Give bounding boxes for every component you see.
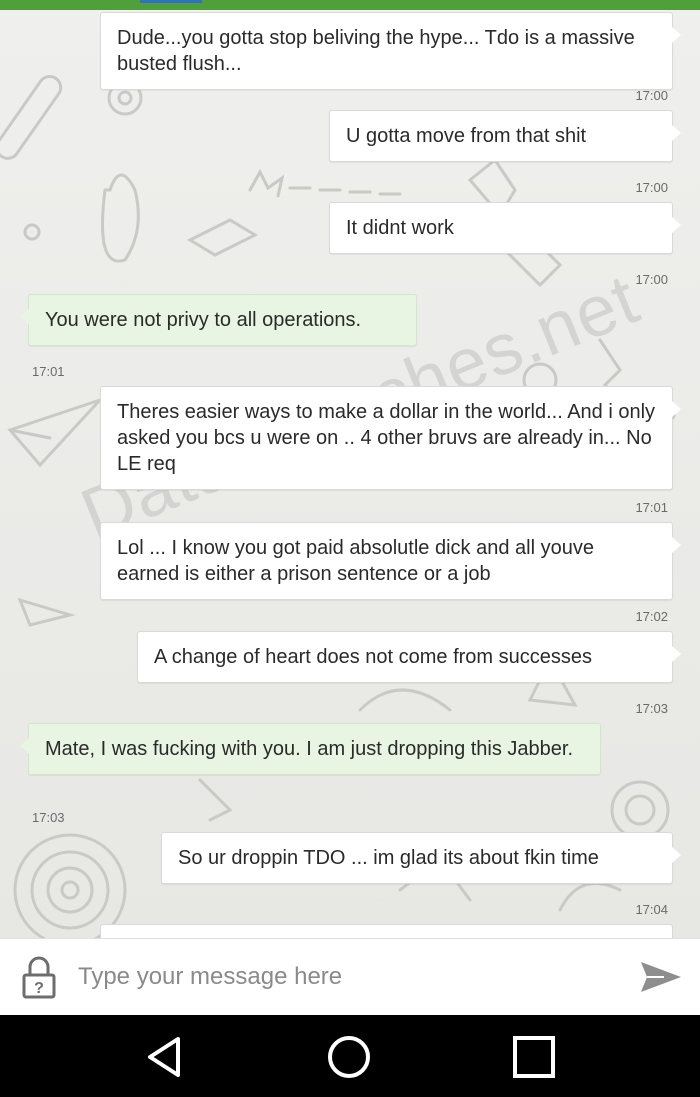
message-input[interactable] — [78, 957, 618, 997]
message-text: So ur droppin TDO ... im glad its about … — [178, 847, 599, 869]
message-bubble-incoming[interactable]: You were not privy to all operations. — [20, 294, 417, 346]
message-timestamp: 17:03 — [32, 810, 65, 825]
message-text: Lol ... I know you got paid absolutle di… — [117, 537, 594, 585]
nav-recents-icon[interactable] — [510, 1033, 558, 1081]
message-bubble-outgoing[interactable]: Theres easier ways to make a dollar in t… — [100, 386, 681, 490]
message-bubble-outgoing[interactable]: U gotta move from that shit — [329, 110, 681, 162]
nav-back-icon[interactable] — [140, 1033, 188, 1081]
message-timestamp: 17:01 — [635, 500, 668, 515]
status-bar — [0, 0, 700, 10]
message-timestamp: 17:01 — [32, 364, 65, 379]
send-icon[interactable] — [638, 959, 684, 995]
chat-history[interactable]: DataBreaches.net Dude...you gotta stop b… — [0, 10, 700, 938]
message-timestamp: 17:02 — [635, 609, 668, 624]
message-bubble-outgoing[interactable]: A change of heart does not come from suc… — [137, 631, 681, 683]
message-bubble-outgoing[interactable]: It didnt work — [329, 202, 681, 254]
message-timestamp: 17:00 — [635, 272, 668, 287]
message-bubble-outgoing[interactable] — [100, 924, 673, 938]
message-composer: ? — [0, 938, 700, 1015]
message-bubble-outgoing[interactable]: So ur droppin TDO ... im glad its about … — [161, 832, 681, 884]
message-timestamp: 17:03 — [635, 701, 668, 716]
message-text: Dude...you gotta stop beliving the hype.… — [117, 27, 635, 75]
message-bubble-outgoing[interactable]: Dude...you gotta stop beliving the hype.… — [100, 12, 681, 90]
svg-text:?: ? — [34, 980, 44, 997]
message-bubble-outgoing[interactable]: Lol ... I know you got paid absolutle di… — [100, 522, 681, 600]
nav-home-icon[interactable] — [325, 1033, 373, 1081]
tab-indicator — [140, 0, 202, 3]
message-text: A change of heart does not come from suc… — [154, 646, 593, 668]
message-text: U gotta move from that shit — [346, 125, 587, 147]
message-timestamp: 17:00 — [635, 88, 668, 103]
message-timestamp: 17:00 — [635, 180, 668, 195]
message-timestamp: 17:04 — [635, 902, 668, 917]
message-text: Theres easier ways to make a dollar in t… — [117, 401, 656, 475]
lock-question-icon[interactable]: ? — [22, 955, 56, 999]
message-text: You were not privy to all operations. — [45, 309, 362, 331]
message-bubble-incoming[interactable]: Mate, I was fucking with you. I am just … — [20, 723, 601, 775]
message-text: Mate, I was fucking with you. I am just … — [45, 738, 574, 760]
message-text: It didnt work — [346, 217, 454, 239]
android-navigation-bar — [0, 1015, 700, 1097]
